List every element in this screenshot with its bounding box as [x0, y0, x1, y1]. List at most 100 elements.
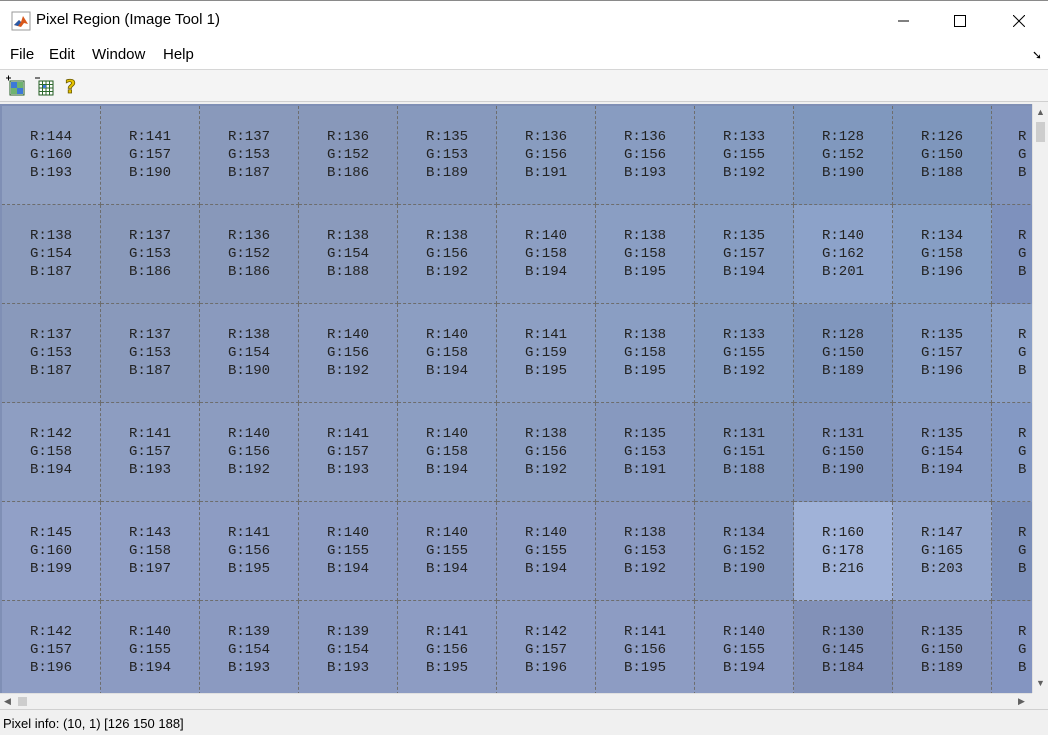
- pixel-cell[interactable]: R:136 G:152 B:186: [200, 205, 299, 304]
- help-question-icon: ?: [65, 76, 77, 99]
- pixel-cell[interactable]: R:135 G:153 B:191: [596, 403, 695, 502]
- pixel-g-value: G:153: [128, 345, 171, 361]
- horizontal-scrollbar[interactable]: ◀ ▶: [0, 693, 1032, 709]
- pixel-cell[interactable]: R:140 G:155 B:194: [497, 502, 596, 601]
- pixel-cell[interactable]: R:138 G:154 B:187: [2, 205, 101, 304]
- pixel-cell[interactable]: R:140 G:158 B:194: [398, 403, 497, 502]
- pixel-cell[interactable]: R:138 G:156 B:192: [497, 403, 596, 502]
- pixel-cell[interactable]: R:131 G:150 B:190: [794, 403, 893, 502]
- pixel-cell[interactable]: R:141 G:156 B:195: [596, 601, 695, 693]
- pixel-b-value: B:194: [722, 264, 765, 280]
- pixel-cell[interactable]: R:139 G:154 B:193: [200, 601, 299, 693]
- pixel-cell[interactable]: R:137 G:153 B:186: [101, 205, 200, 304]
- vertical-scroll-thumb[interactable]: [1036, 122, 1045, 142]
- pixel-r-value: R:137: [29, 327, 72, 343]
- pixel-cell[interactable]: R:134 G:158 B:196: [893, 205, 992, 304]
- vertical-scrollbar[interactable]: ▲ ▼: [1032, 104, 1048, 693]
- pixel-cell[interactable]: R:136 G:156 B:191: [497, 106, 596, 205]
- pixel-cell-partial[interactable]: RGB: [992, 304, 1032, 403]
- menu-window[interactable]: Window: [92, 46, 145, 63]
- pixel-g-value: G:157: [920, 345, 963, 361]
- pixel-b-value: B:187: [29, 363, 72, 379]
- scroll-up-arrow-icon[interactable]: ▲: [1036, 107, 1045, 117]
- pixel-cell-partial[interactable]: RGB: [992, 205, 1032, 304]
- pixel-cell[interactable]: R:135 G:150 B:189: [893, 601, 992, 693]
- pixel-cell[interactable]: R:133 G:155 B:192: [695, 304, 794, 403]
- pixel-cell[interactable]: R:136 G:152 B:186: [299, 106, 398, 205]
- pixel-cell[interactable]: R:138 G:156 B:192: [398, 205, 497, 304]
- pixel-cell[interactable]: R:135 G:153 B:189: [398, 106, 497, 205]
- pixel-cell[interactable]: R:140 G:155 B:194: [299, 502, 398, 601]
- pixel-cell[interactable]: R:140 G:156 B:192: [200, 403, 299, 502]
- pixel-cell[interactable]: R:138 G:154 B:188: [299, 205, 398, 304]
- pixel-b-value: B:194: [425, 561, 468, 577]
- pixel-cell[interactable]: R:142 G:157 B:196: [497, 601, 596, 693]
- pixel-cell[interactable]: R:160 G:178 B:216: [794, 502, 893, 601]
- pixel-cell[interactable]: R:137 G:153 B:187: [101, 304, 200, 403]
- pixel-cell[interactable]: R:135 G:154 B:194: [893, 403, 992, 502]
- maximize-button[interactable]: [937, 1, 983, 41]
- scroll-left-arrow-icon[interactable]: ◀: [4, 696, 11, 707]
- pixel-cell[interactable]: R:139 G:154 B:193: [299, 601, 398, 693]
- pixel-cell[interactable]: R:140 G:158 B:194: [497, 205, 596, 304]
- help-button[interactable]: ?: [61, 75, 83, 99]
- horizontal-scroll-thumb[interactable]: [18, 697, 27, 706]
- pixel-cell[interactable]: R:141 G:159 B:195: [497, 304, 596, 403]
- pixel-cell[interactable]: R:128 G:150 B:189: [794, 304, 893, 403]
- pixel-cell-partial[interactable]: RGB: [992, 601, 1032, 693]
- pixel-b-value: B:192: [722, 165, 765, 181]
- expand-grid-button[interactable]: [5, 75, 27, 97]
- pixel-cell[interactable]: R:140 G:156 B:192: [299, 304, 398, 403]
- pixel-cell[interactable]: R:140 G:158 B:194: [398, 304, 497, 403]
- pixel-cell[interactable]: R:130 G:145 B:184: [794, 601, 893, 693]
- pixel-cell[interactable]: R:141 G:157 B:193: [299, 403, 398, 502]
- pixel-cell[interactable]: R:140 G:155 B:194: [398, 502, 497, 601]
- scroll-right-arrow-icon[interactable]: ▶: [1018, 696, 1025, 707]
- menu-help[interactable]: Help: [163, 46, 194, 63]
- pixel-cell-partial[interactable]: RGB: [992, 502, 1032, 601]
- pixel-b-value: B:189: [920, 660, 963, 676]
- pixel-cell[interactable]: R:131 G:151 B:188: [695, 403, 794, 502]
- pixel-b-value: B:203: [920, 561, 963, 577]
- pixel-region-grid[interactable]: R:144 G:160 B:193 R:141 G:157 B:190 R:137 G:153…: [0, 104, 1032, 693]
- pixel-cell[interactable]: R:143 G:158 B:197: [101, 502, 200, 601]
- pixel-cell[interactable]: R:137 G:153 B:187: [200, 106, 299, 205]
- minimize-button[interactable]: [881, 1, 927, 41]
- pixel-cell[interactable]: R:136 G:156 B:193: [596, 106, 695, 205]
- pixel-cell[interactable]: R:135 G:157 B:194: [695, 205, 794, 304]
- pixel-cell[interactable]: R:140 G:162 B:201: [794, 205, 893, 304]
- pixel-cell[interactable]: R:128 G:152 B:190: [794, 106, 893, 205]
- pixel-cell[interactable]: R:134 G:152 B:190: [695, 502, 794, 601]
- dock-arrow-icon[interactable]: ➘: [1032, 48, 1042, 62]
- pixel-cell[interactable]: R:138 G:158 B:195: [596, 205, 695, 304]
- pixel-cell-partial[interactable]: RGB: [992, 403, 1032, 502]
- pixel-cell[interactable]: R:141 G:157 B:190: [101, 106, 200, 205]
- menu-file[interactable]: File: [10, 46, 34, 63]
- pixel-cell[interactable]: R:141 G:156 B:195: [200, 502, 299, 601]
- pixel-cell[interactable]: R:144 G:160 B:193: [2, 106, 101, 205]
- pixel-cell[interactable]: R:126 G:150 B:188: [893, 106, 992, 205]
- pixel-cell[interactable]: R:135 G:157 B:196: [893, 304, 992, 403]
- pixel-channel-label: B: [1018, 264, 1027, 280]
- scroll-down-arrow-icon[interactable]: ▼: [1036, 678, 1045, 688]
- menu-edit[interactable]: Edit: [49, 46, 75, 63]
- pixel-b-value: B:188: [326, 264, 369, 280]
- pixel-cell[interactable]: R:140 G:155 B:194: [695, 601, 794, 693]
- pixel-cell-partial[interactable]: RGB: [992, 106, 1032, 205]
- pixel-cell[interactable]: R:142 G:158 B:194: [2, 403, 101, 502]
- pixel-cell[interactable]: R:145 G:160 B:199: [2, 502, 101, 601]
- pixel-cell[interactable]: R:141 G:157 B:193: [101, 403, 200, 502]
- close-button[interactable]: [996, 1, 1042, 41]
- pixel-cell[interactable]: R:141 G:156 B:195: [398, 601, 497, 693]
- pixel-cell[interactable]: R:137 G:153 B:187: [2, 304, 101, 403]
- pixel-r-value: R:139: [227, 624, 270, 640]
- pixel-cell[interactable]: R:138 G:158 B:195: [596, 304, 695, 403]
- pixel-cell[interactable]: R:140 G:155 B:194: [101, 601, 200, 693]
- pixel-g-value: G:145: [821, 642, 864, 658]
- shrink-grid-button[interactable]: [34, 75, 56, 97]
- pixel-cell[interactable]: R:133 G:155 B:192: [695, 106, 794, 205]
- pixel-cell[interactable]: R:142 G:157 B:196: [2, 601, 101, 693]
- pixel-cell[interactable]: R:138 G:153 B:192: [596, 502, 695, 601]
- pixel-cell[interactable]: R:138 G:154 B:190: [200, 304, 299, 403]
- pixel-cell[interactable]: R:147 G:165 B:203: [893, 502, 992, 601]
